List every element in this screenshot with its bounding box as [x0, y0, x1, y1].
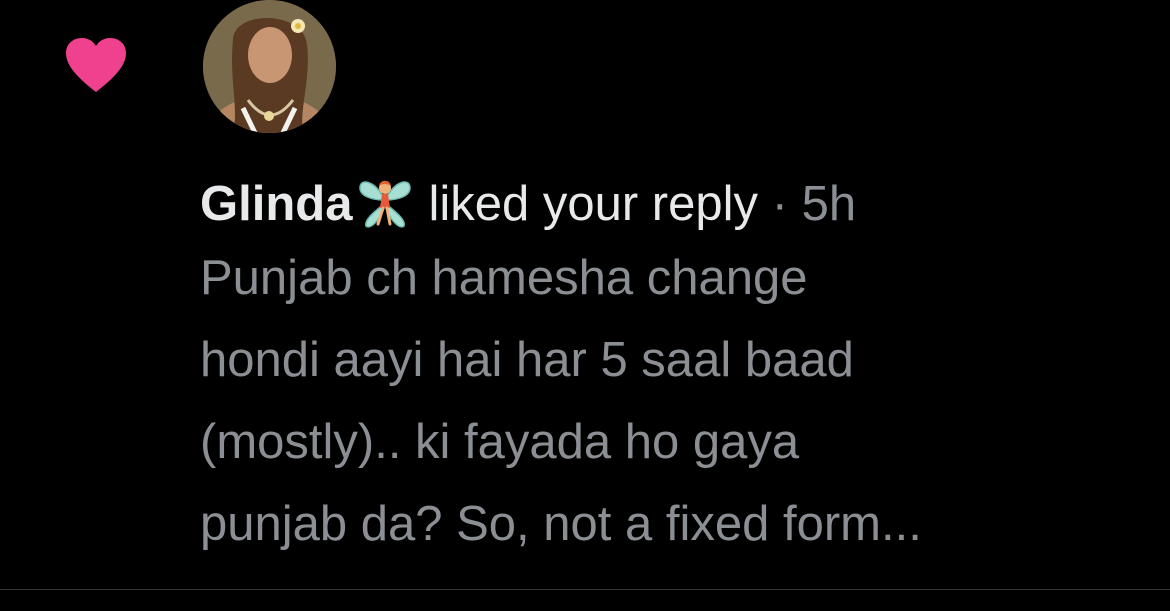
fairy-icon — [359, 180, 412, 228]
timestamp: 5h — [801, 177, 857, 231]
avatar-icon — [203, 0, 336, 133]
reply-preview[interactable]: Punjab ch hamesha change hondi aayi hai … — [200, 237, 1140, 565]
reply-line: hondi aayi hai har 5 saal baad — [200, 333, 854, 387]
separator-dot: · — [771, 177, 788, 231]
notification-content: Glinda liked your reply · 5h Punjab ch h… — [200, 165, 1140, 565]
avatar[interactable] — [203, 0, 336, 133]
user-name[interactable]: Glinda — [200, 177, 352, 231]
reply-line: Punjab ch hamesha change — [200, 251, 808, 305]
like-notification[interactable]: Glinda liked your reply · 5h Punjab ch h… — [0, 0, 1170, 590]
action-text: liked your reply — [428, 177, 758, 231]
notification-headline: Glinda liked your reply · 5h — [200, 165, 1140, 243]
reply-line: (mostly).. ki fayada ho gaya — [200, 415, 800, 469]
divider — [0, 589, 1170, 590]
heart-icon — [66, 38, 126, 92]
reply-line: punjab da? So, not a fixed form... — [200, 497, 922, 551]
